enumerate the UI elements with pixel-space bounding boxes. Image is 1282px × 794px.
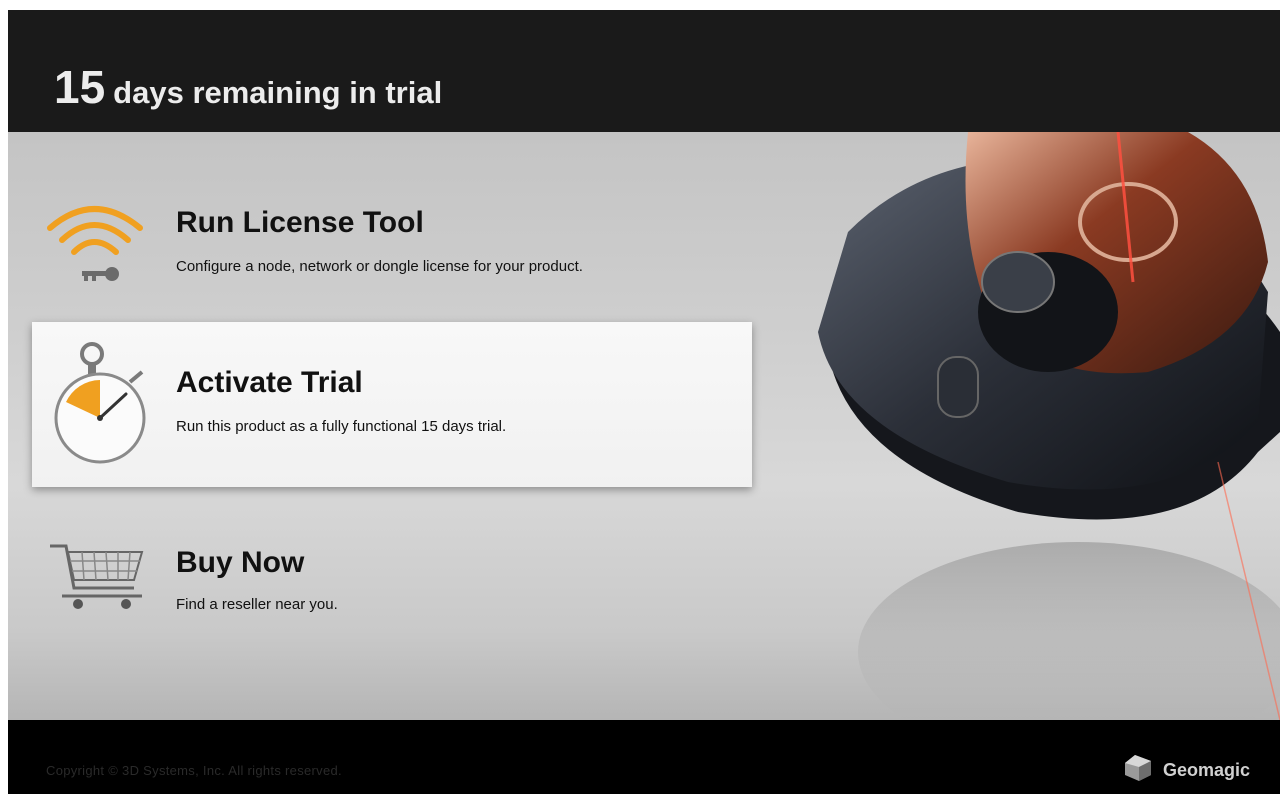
wifi-key-icon [42,194,152,289]
shopping-cart-icon [46,536,146,621]
trial-launcher-window: 15 days remaining in trial Run License T… [8,10,1280,794]
days-remaining-label: days remaining in trial [113,75,443,110]
artwork-reflection [858,542,1280,720]
buy-now-title: Buy Now [176,546,305,579]
geomagic-brand: Geomagic [1121,753,1250,788]
activate-trial-description: Run this product as a fully functional 1… [176,418,507,435]
activate-trial-option[interactable]: Activate Trial Run this product as a ful… [32,322,752,487]
copyright-text: Copyright © 3D Systems, Inc. All rights … [46,763,342,778]
run-license-tool-description: Configure a node, network or dongle lice… [176,258,583,275]
buy-now-description: Find a reseller near you. [176,596,338,613]
run-license-tool-title: Run License Tool [176,206,424,239]
footer-bar: Copyright © 3D Systems, Inc. All rights … [8,720,1280,794]
product-artwork [788,132,1280,720]
geomagic-logo-icon [1121,753,1155,788]
run-license-tool-option[interactable]: Run License Tool Configure a node, netwo… [8,182,768,302]
buy-now-option[interactable]: Buy Now Find a reseller near you. [8,522,768,642]
trial-remaining-title: 15 days remaining in trial [54,60,442,114]
activate-trial-title: Activate Trial [176,366,363,399]
header-bar: 15 days remaining in trial [8,10,1280,132]
stopwatch-icon [50,338,150,473]
main-panel: Run License Tool Configure a node, netwo… [8,132,1280,720]
artwork-cylinder-1 [981,251,1055,313]
artwork-pin [937,356,979,418]
brand-name: Geomagic [1162,760,1250,780]
days-remaining-count: 15 [54,61,106,113]
